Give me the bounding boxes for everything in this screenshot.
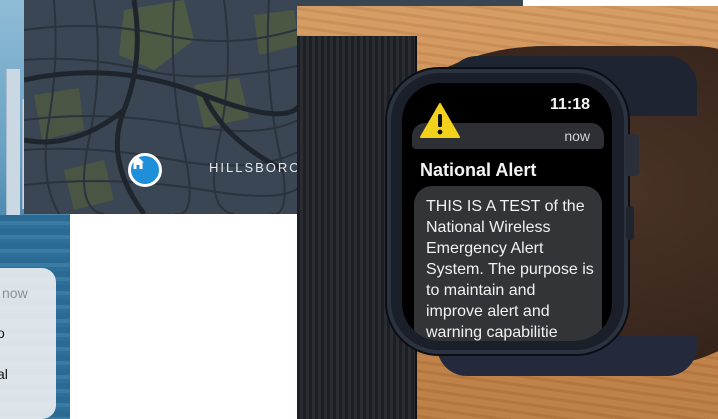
- notification-card-partial[interactable]: now o al: [0, 268, 56, 419]
- notification-time: now: [2, 285, 28, 301]
- home-icon: [132, 157, 144, 169]
- side-button[interactable]: [626, 206, 634, 240]
- notification-text-partial: al: [0, 366, 8, 382]
- notification-received-time: now: [564, 128, 590, 144]
- map-view[interactable]: HILLSBOROU: [24, 0, 302, 214]
- map-place-label: HILLSBOROU: [209, 160, 302, 175]
- warning-triangle-icon: [420, 103, 460, 138]
- watch-time: 11:18: [549, 96, 590, 113]
- notification-message: THIS IS A TEST of the National Wireless …: [426, 198, 594, 341]
- apple-watch-photo: 11:18 now National Alert THIS IS A TEST …: [297, 6, 718, 419]
- home-location-pin[interactable]: [128, 153, 162, 187]
- watch-screen[interactable]: 11:18 now National Alert THIS IS A TEST …: [402, 83, 612, 341]
- building: [6, 69, 20, 219]
- map-roads: [24, 0, 302, 214]
- digital-crown[interactable]: [625, 134, 639, 176]
- notification-text-partial: o: [0, 325, 5, 341]
- notification-body[interactable]: THIS IS A TEST of the National Wireless …: [414, 186, 602, 341]
- notification-title: National Alert: [420, 160, 537, 180]
